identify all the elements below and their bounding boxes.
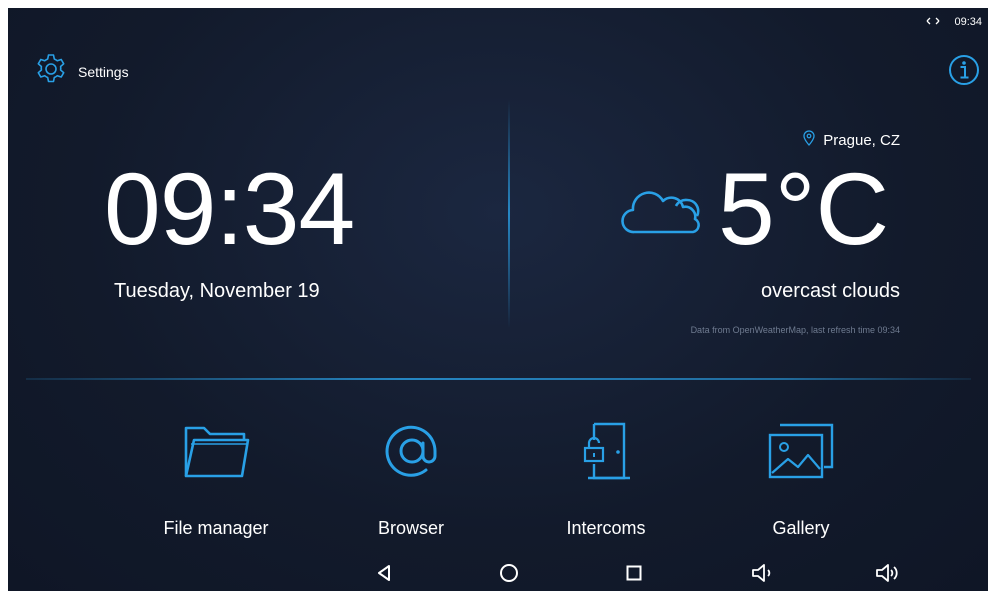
location-pin-icon	[803, 130, 815, 150]
recents-square-icon	[626, 565, 642, 586]
clock-date: Tuesday, November 19	[114, 280, 320, 302]
app-gallery[interactable]: Gallery	[716, 418, 886, 539]
launcher-screen: 09:34 Settings 09:34 Tuesday, November 1…	[8, 8, 988, 591]
cloud-icon	[620, 186, 706, 241]
nav-volume-up-button[interactable]	[876, 563, 900, 587]
weather-source: Data from OpenWeatherMap, last refresh t…	[690, 325, 900, 335]
app-file-manager[interactable]: File manager	[131, 418, 301, 539]
app-label: Gallery	[772, 518, 830, 538]
info-button[interactable]	[948, 54, 980, 91]
image-gallery-icon	[766, 418, 836, 484]
settings-label: Settings	[78, 63, 129, 80]
vertical-divider	[508, 100, 510, 328]
nav-home-button[interactable]	[497, 563, 521, 587]
weather-description: overcast clouds	[761, 280, 900, 302]
nav-volume-down-button[interactable]	[751, 563, 775, 587]
volume-up-icon	[875, 563, 901, 588]
nav-recents-button[interactable]	[622, 563, 646, 587]
at-sign-icon	[379, 418, 443, 484]
app-label: Intercoms	[566, 518, 646, 538]
app-label: Browser	[377, 518, 444, 538]
horizontal-divider	[26, 378, 971, 380]
location-label: Prague, CZ	[823, 131, 900, 149]
status-bar: 09:34	[926, 13, 982, 31]
temperature: 5°C	[718, 152, 890, 266]
folder-icon	[181, 418, 251, 484]
app-intercoms[interactable]: Intercoms	[521, 418, 691, 539]
nav-back-button[interactable]	[372, 563, 396, 587]
info-icon	[948, 55, 980, 90]
clock-time: 09:34	[104, 152, 355, 266]
settings-button[interactable]: Settings	[34, 52, 129, 91]
app-browser[interactable]: Browser	[326, 418, 496, 539]
volume-down-icon	[751, 563, 775, 588]
weather-location[interactable]: Prague, CZ	[803, 130, 900, 150]
status-time: 09:34	[954, 16, 982, 28]
gear-icon	[34, 52, 68, 91]
door-lock-icon	[580, 418, 632, 484]
home-circle-icon	[499, 563, 519, 588]
swap-horizontal-icon	[926, 16, 940, 29]
back-triangle-icon	[376, 564, 392, 587]
app-label: File manager	[163, 518, 269, 538]
